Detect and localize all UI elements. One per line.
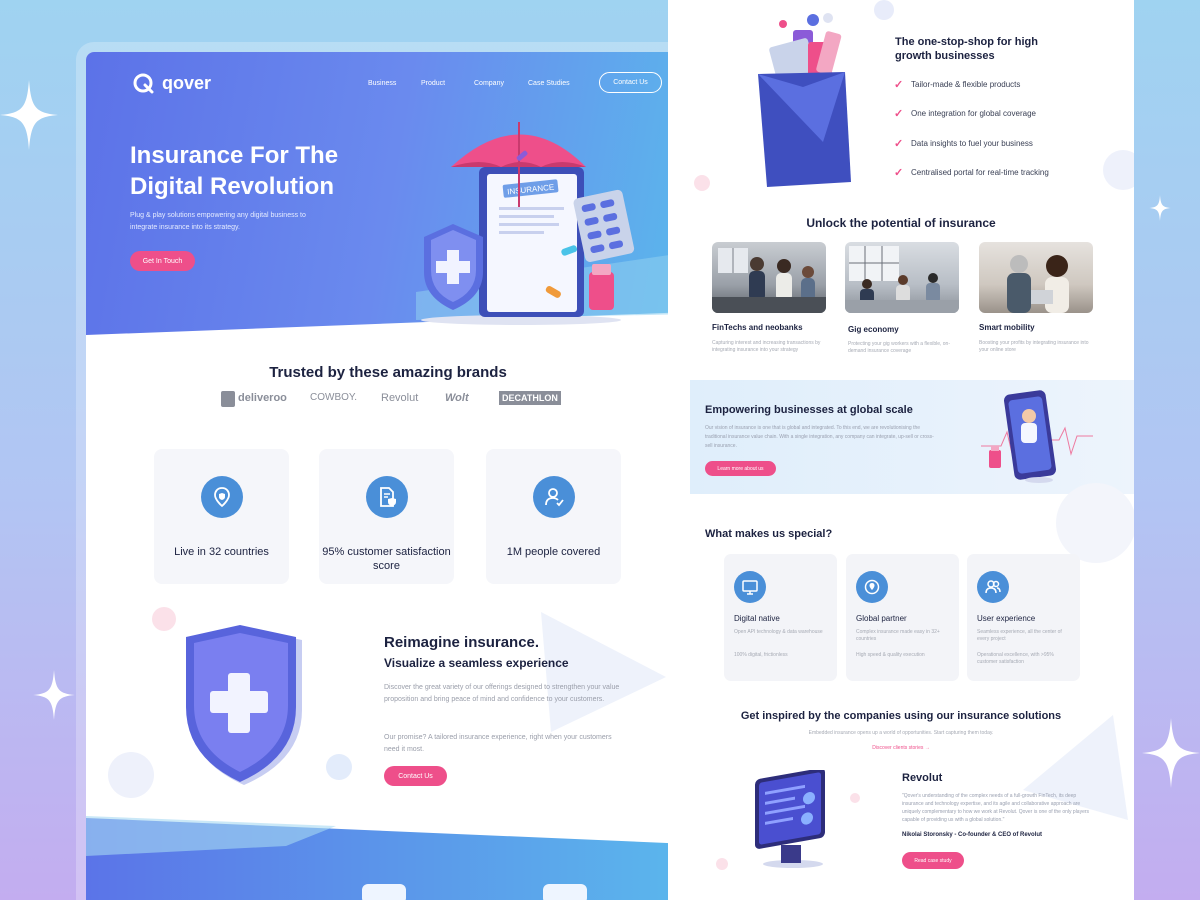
decor-dot — [716, 858, 728, 870]
use-case-desc: Protecting your gig workers with a flexi… — [848, 341, 950, 354]
document-shield-icon — [366, 476, 408, 518]
card-title: Digital native — [734, 614, 780, 623]
learn-more-button[interactable]: Learn more about us — [705, 461, 776, 476]
nav-product[interactable]: Product — [421, 80, 445, 87]
stat-label: Live in 32 countries — [174, 546, 269, 558]
trusted-brands-title: Trusted by these amazing brands — [269, 364, 507, 381]
landing-page-left: qover Business Product Company Case Stud… — [86, 52, 690, 900]
decor-triangle — [541, 612, 666, 732]
use-case-title: Gig economy — [848, 325, 899, 334]
feature-item: Centralised portal for real-time trackin… — [911, 168, 1049, 177]
contact-us-button[interactable]: Contact Us — [384, 766, 447, 786]
use-case-title: Smart mobility — [979, 323, 1035, 332]
contact-us-nav-button[interactable]: Contact Us — [599, 72, 662, 93]
nav-company[interactable]: Company — [474, 80, 504, 87]
hero-subtitle: Plug & play solutions empowering any dig… — [130, 212, 306, 231]
case-study-title: Revolut — [902, 772, 943, 784]
location-shield-icon — [201, 476, 243, 518]
reimagine-text: Discover the great variety of our offeri… — [384, 684, 620, 703]
nav-case-studies[interactable]: Case Studies — [528, 80, 570, 87]
stat-label: 95% customer satisfaction score — [322, 546, 451, 572]
reimagine-subtitle: Visualize a seamless experience — [384, 656, 569, 670]
check-icon: ✓ — [894, 108, 904, 120]
card-bullet: Seamless experience, all the center of e… — [977, 629, 1062, 642]
user-check-icon — [533, 476, 575, 518]
card-user-experience: User experience Seamless experience, all… — [967, 554, 1080, 681]
stat-label: 1M people covered — [506, 546, 601, 558]
card-bullet: 100% digital, frictionless — [734, 652, 788, 658]
use-case-desc: Capturing interest and increasing transa… — [712, 340, 821, 353]
sparkle-icon — [1149, 195, 1171, 221]
discover-stories-label: Discover clients stories — [872, 745, 924, 751]
card-bullet: Open API technology & data warehouse — [734, 629, 823, 635]
photo-fintech — [712, 242, 826, 313]
card-bullet: Operational excellence, with >95% custom… — [977, 652, 1054, 665]
card-global-partner: Global partner Complex insurance made ea… — [846, 554, 959, 681]
quote-author: Nikolai Storonsky - Co-founder & CEO of … — [902, 832, 1043, 838]
brand-deliveroo: deliveroo — [238, 392, 287, 404]
decor-dot — [874, 0, 894, 20]
unlock-title: Unlock the potential of insurance — [806, 216, 996, 230]
phone-doctor-illustration — [981, 390, 1093, 483]
check-icon: ✓ — [894, 138, 904, 150]
card-title: Global partner — [856, 614, 907, 623]
case-study-quote: "Qover's understanding of the complex ne… — [902, 793, 1090, 823]
card-title: User experience — [977, 614, 1036, 623]
stat-card-satisfaction: 95% customer satisfaction score — [319, 449, 454, 584]
stat-card-people: 1M people covered — [486, 449, 621, 584]
brand-cowboy: COWBOY. — [310, 392, 358, 403]
qover-logo[interactable]: qover — [132, 72, 211, 94]
brand-revolut: Revolut — [381, 392, 419, 404]
brand-name: qover — [162, 72, 212, 93]
qover-logo-icon — [133, 73, 154, 94]
empowering-title: Empowering businesses at global scale — [705, 404, 913, 416]
special-title: What makes us special? — [705, 528, 833, 540]
photo-gig-economy — [845, 242, 959, 313]
brand-wolt: Wolt — [445, 392, 469, 404]
empowering-text: Our vision of insurance is one that is g… — [705, 425, 934, 449]
feature-item: Tailor-made & flexible products — [911, 80, 1021, 89]
feature-item: One integration for global coverage — [911, 109, 1036, 118]
card-digital-native: Digital native Open API technology & dat… — [724, 554, 837, 681]
reimagine-promise: Our promise? A tailored insurance experi… — [384, 734, 612, 753]
hero-title: Insurance For The Digital Revolution — [130, 142, 339, 200]
decor-dot — [326, 754, 352, 780]
get-in-touch-button[interactable]: Get In Touch — [130, 251, 195, 271]
decor-dot — [1056, 483, 1134, 563]
sparkle-icon — [0, 80, 58, 150]
globe-pin-icon — [856, 571, 888, 603]
check-icon: ✓ — [894, 167, 904, 179]
check-icon: ✓ — [894, 79, 904, 91]
use-case-title: FinTechs and neobanks — [712, 323, 803, 332]
decor-dot — [850, 793, 860, 803]
decor-dot — [108, 752, 154, 798]
read-case-study-button[interactable]: Read case study — [902, 852, 964, 869]
card-bullet: High speed & quality execution — [856, 652, 925, 658]
shield-illustration — [186, 625, 302, 785]
insurance-illustration: INSURANCE — [421, 122, 635, 325]
feature-item: Data insights to fuel your business — [911, 139, 1033, 148]
card-bullet: Complex insurance made easy in 32+ count… — [856, 629, 940, 642]
reimagine-title: Reimagine insurance. — [384, 634, 540, 651]
decor-dot — [1103, 150, 1134, 190]
decor-dot — [694, 175, 710, 191]
bottom-band — [86, 816, 690, 900]
arrow-right-icon: → — [924, 745, 930, 751]
photo-smart-mobility — [979, 242, 1093, 313]
deliveroo-logo-icon — [221, 391, 235, 407]
sparkle-icon — [33, 670, 75, 720]
one-stop-title: The one-stop-shop for high growth busine… — [895, 36, 1038, 62]
stat-card-countries: Live in 32 countries — [154, 449, 289, 584]
users-icon — [977, 571, 1009, 603]
landing-page-right: The one-stop-shop for high growth busine… — [668, 0, 1134, 900]
nav-business[interactable]: Business — [368, 80, 396, 87]
monitor-icon — [734, 571, 766, 603]
use-case-desc: Boosting your profits by integrating ins… — [979, 340, 1089, 353]
brand-decathlon: DECATHLON — [499, 391, 561, 405]
sparkle-icon — [1142, 718, 1200, 788]
tablet-illustration — [755, 770, 825, 868]
decor-dot — [152, 607, 176, 631]
medicine-bag-illustration — [758, 13, 851, 187]
